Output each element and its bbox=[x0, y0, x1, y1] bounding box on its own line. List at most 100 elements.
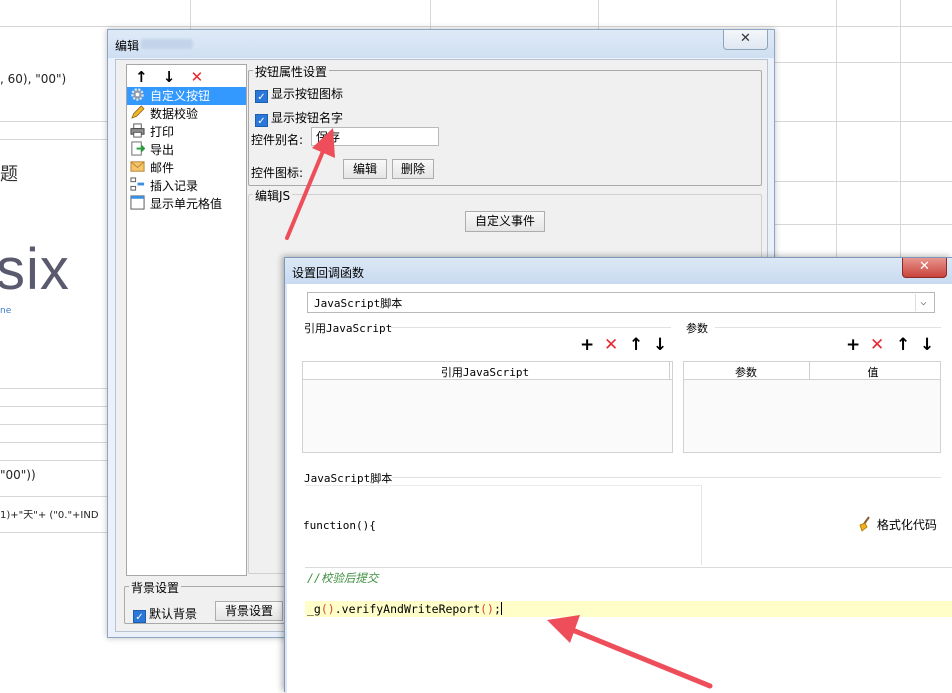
delete-icon[interactable]: ✕ bbox=[870, 337, 884, 354]
list-item-label: 邮件 bbox=[150, 161, 175, 175]
move-down-icon[interactable]: ↓ bbox=[653, 337, 667, 354]
background-settings-button[interactable]: 背景设置 bbox=[215, 601, 283, 621]
code-terminator: ; bbox=[493, 602, 501, 616]
cell-logo-text: six bbox=[0, 237, 70, 302]
default-background-checkbox[interactable]: ✓ bbox=[133, 610, 146, 623]
format-code-label: 格式化代码 bbox=[876, 518, 937, 532]
grid-line bbox=[0, 496, 110, 497]
grid-line bbox=[190, 0, 191, 30]
button-properties-title: 按钮属性设置 bbox=[253, 63, 330, 80]
cell-formula: 1)+"天"+ ("0."+IND bbox=[0, 510, 99, 521]
grid-line bbox=[900, 0, 901, 260]
column-separator bbox=[669, 362, 670, 380]
callback-dialog: 设置回调函数 ✕ JavaScript脚本 ⌵ 引用JavaScript + ✕… bbox=[284, 257, 952, 693]
code-call-line: _g().verifyAndWriteReport(); bbox=[305, 601, 952, 617]
grid-line bbox=[430, 0, 431, 30]
callback-dialog-close-button[interactable]: ✕ bbox=[902, 258, 947, 278]
edit-dialog-title: 编辑 bbox=[115, 39, 140, 53]
delete-icon[interactable]: ✕ bbox=[604, 337, 618, 354]
background-settings-title: 背景设置 bbox=[129, 579, 182, 596]
show-icon-label: 显示按钮图标 bbox=[271, 87, 344, 101]
grid-line bbox=[0, 139, 110, 140]
edit-dialog-close-button[interactable]: ✕ bbox=[723, 30, 768, 50]
format-code-button[interactable]: 格式化代码 bbox=[857, 516, 937, 533]
section-divider bbox=[391, 477, 941, 478]
ref-js-column-header: 引用JavaScript bbox=[440, 366, 530, 379]
grid-line bbox=[775, 62, 952, 63]
show-name-row[interactable]: ✓ 显示按钮名字 bbox=[255, 109, 343, 127]
icon-edit-button[interactable]: 编辑 bbox=[343, 159, 387, 179]
code-editor[interactable]: //校验后提交 _g().verifyAndWriteReport(); bbox=[305, 567, 952, 693]
alias-input[interactable] bbox=[311, 127, 439, 146]
show-name-checkbox[interactable]: ✓ bbox=[255, 114, 268, 127]
code-identifier: _g bbox=[307, 602, 321, 616]
icon-label: 控件图标: bbox=[251, 166, 304, 180]
callback-type-select[interactable]: JavaScript脚本 ⌵ bbox=[307, 292, 935, 313]
cell-value-icon bbox=[130, 195, 146, 210]
list-item-export[interactable]: 导出 bbox=[127, 141, 246, 159]
edit-dialog-titlebar[interactable]: 编辑 ✕ bbox=[108, 30, 774, 58]
grid-line bbox=[0, 26, 952, 27]
mail-icon bbox=[130, 159, 146, 173]
callback-dialog-titlebar[interactable]: 设置回调函数 ✕ bbox=[285, 258, 952, 284]
param-column-header: 参数 bbox=[735, 366, 757, 379]
list-item-insert-record[interactable]: 插入记录 bbox=[127, 177, 246, 195]
code-paren: () bbox=[320, 602, 335, 616]
section-divider bbox=[715, 327, 941, 328]
value-column-header: 值 bbox=[867, 366, 879, 379]
grid-line bbox=[0, 442, 110, 443]
ref-js-table-header: 引用JavaScript bbox=[303, 362, 672, 380]
list-item-print[interactable]: 打印 bbox=[127, 123, 246, 141]
list-item-label: 显示单元格值 bbox=[150, 197, 223, 211]
cell-title: 题 bbox=[0, 164, 18, 185]
move-down-icon[interactable]: ↓ bbox=[920, 337, 934, 354]
list-item-label: 插入记录 bbox=[150, 179, 199, 193]
panel-divider bbox=[701, 485, 702, 565]
grid-line bbox=[0, 532, 110, 533]
move-up-icon[interactable]: ↑ bbox=[135, 68, 158, 86]
custom-event-button[interactable]: 自定义事件 bbox=[465, 211, 545, 232]
move-down-icon[interactable]: ↓ bbox=[163, 68, 186, 86]
callback-dialog-title: 设置回调函数 bbox=[292, 266, 365, 280]
edit-js-title: 编辑JS bbox=[253, 187, 293, 204]
add-icon[interactable]: + bbox=[846, 337, 860, 354]
show-name-label: 显示按钮名字 bbox=[271, 111, 344, 125]
export-icon bbox=[130, 141, 146, 156]
icon-delete-button[interactable]: 删除 bbox=[392, 159, 434, 179]
list-item-custom-button[interactable]: 自定义按钮 bbox=[127, 87, 246, 105]
grid-line bbox=[0, 388, 110, 389]
gear-icon bbox=[130, 87, 146, 101]
script-section-label: JavaScript脚本 bbox=[304, 472, 393, 485]
move-up-icon[interactable]: ↑ bbox=[629, 337, 643, 354]
move-up-icon[interactable]: ↑ bbox=[896, 337, 910, 354]
list-item-label: 打印 bbox=[150, 125, 175, 139]
default-background-row[interactable]: ✓ 默认背景 bbox=[133, 605, 197, 623]
cell-formula: "00")) bbox=[0, 468, 36, 482]
grid-line bbox=[0, 460, 110, 461]
show-icon-row[interactable]: ✓ 显示按钮图标 bbox=[255, 85, 343, 103]
delete-icon[interactable]: ✕ bbox=[191, 68, 214, 86]
ref-js-table: 引用JavaScript bbox=[302, 361, 673, 453]
insert-record-icon bbox=[130, 177, 146, 191]
callback-dialog-content: JavaScript脚本 ⌵ 引用JavaScript + ✕ ↑ ↓ 引用Ja… bbox=[287, 284, 952, 693]
grid-line bbox=[0, 424, 110, 425]
background-settings-group: 背景设置 ✓ 默认背景 背景设置 bbox=[124, 579, 294, 624]
chevron-down-icon[interactable]: ⌵ bbox=[915, 294, 931, 311]
list-item-data-validation[interactable]: 数据校验 bbox=[127, 105, 246, 123]
params-section-label: 参数 bbox=[686, 322, 708, 335]
add-icon[interactable]: + bbox=[580, 337, 594, 354]
section-divider bbox=[391, 327, 671, 328]
list-item-label: 导出 bbox=[150, 143, 175, 157]
grid-line bbox=[836, 0, 837, 260]
alias-label: 控件别名: bbox=[251, 133, 304, 147]
list-item-show-cell-value[interactable]: 显示单元格值 bbox=[127, 195, 246, 213]
pencil-icon bbox=[130, 105, 146, 119]
cell-formula: , 60), "00") bbox=[0, 72, 67, 86]
code-method: .verifyAndWriteReport bbox=[334, 602, 481, 616]
code-comment-line: //校验后提交 bbox=[307, 571, 379, 585]
grid-line bbox=[775, 224, 952, 225]
list-item-mail[interactable]: 邮件 bbox=[127, 159, 246, 177]
show-icon-checkbox[interactable]: ✓ bbox=[255, 90, 268, 103]
default-background-label: 默认背景 bbox=[149, 607, 198, 621]
cell-small-text: ne bbox=[0, 306, 12, 316]
